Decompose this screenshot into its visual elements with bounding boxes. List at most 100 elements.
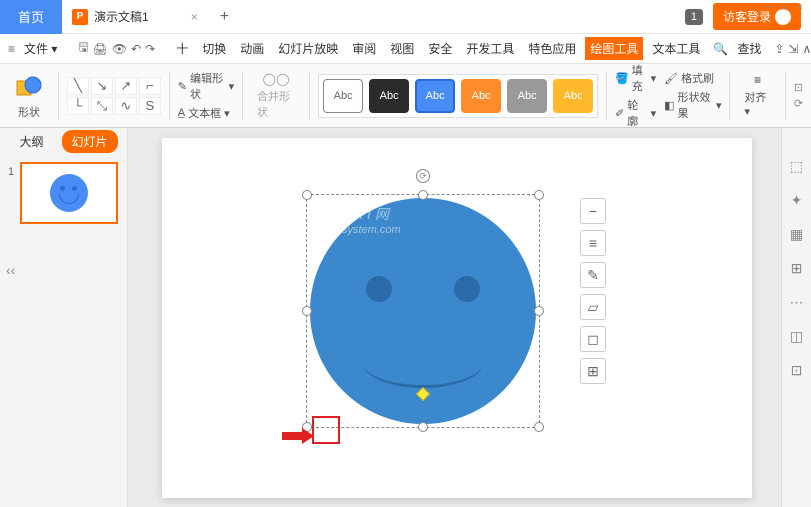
- line-option[interactable]: └: [67, 97, 89, 115]
- rotate-handle[interactable]: ⟳: [416, 169, 430, 183]
- line-option[interactable]: ∿: [115, 97, 137, 115]
- notification-badge[interactable]: 1: [685, 9, 703, 25]
- handle-nw[interactable]: [302, 190, 312, 200]
- line-gallery[interactable]: ╲ ↘ ↗ ⌐ └ ⤡ ∿ S: [67, 77, 161, 115]
- style-preset-2[interactable]: Abc: [369, 79, 409, 113]
- undo-icon[interactable]: ↶: [131, 39, 141, 59]
- menu-review[interactable]: 审阅: [347, 37, 381, 60]
- handle-n[interactable]: [418, 190, 428, 200]
- style-preset-1[interactable]: Abc: [323, 79, 363, 113]
- float-shape[interactable]: ▱: [580, 294, 606, 320]
- edit-shape-icon: ✎: [178, 80, 187, 93]
- rb-style-icon[interactable]: ✦: [788, 192, 806, 210]
- external-icon[interactable]: ⇲: [788, 39, 798, 59]
- align-icon: ≡: [754, 73, 761, 87]
- menu-security[interactable]: 安全: [423, 37, 457, 60]
- outline-button[interactable]: ✐轮廓 ▾: [615, 97, 656, 129]
- float-layers[interactable]: ≡: [580, 230, 606, 256]
- handle-se[interactable]: [534, 422, 544, 432]
- thumb-number: 1: [8, 166, 14, 178]
- rb-tools-icon[interactable]: ⊡: [788, 362, 806, 380]
- close-window-button[interactable]: ×: [793, 2, 807, 16]
- shape-label: 形状: [18, 104, 40, 120]
- style-preset-3[interactable]: Abc: [415, 79, 455, 113]
- print-icon[interactable]: 🖨: [93, 39, 108, 59]
- float-pen[interactable]: ✎: [580, 262, 606, 288]
- tab-outline[interactable]: 大纲: [9, 130, 53, 153]
- ribbon-toolbar: 形状 ╲ ↘ ↗ ⌐ └ ⤡ ∿ S ✎编辑形状 ▾ A̲文本框 ▾ ◯◯ 合并…: [0, 64, 811, 128]
- menu-drawing-tools[interactable]: 绘图工具: [585, 37, 643, 60]
- textbox-button[interactable]: A̲文本框 ▾: [178, 105, 234, 121]
- collapse-ribbon-icon[interactable]: ∧: [802, 39, 811, 59]
- brush-icon: 🖌: [664, 72, 678, 85]
- style-preset-5[interactable]: Abc: [507, 79, 547, 113]
- align-button[interactable]: ≡ 对齐 ▾: [738, 73, 777, 118]
- edit-shape-button[interactable]: ✎编辑形状 ▾: [178, 70, 234, 102]
- float-collapse[interactable]: −: [580, 198, 606, 224]
- slide-panel: ‹‹ 大纲 幻灯片 1: [0, 128, 128, 507]
- handle-w[interactable]: [302, 306, 312, 316]
- float-grid[interactable]: ⊞: [580, 358, 606, 384]
- line-option[interactable]: ↘: [91, 77, 113, 95]
- annotation-arrow-icon: [282, 428, 314, 444]
- rb-more-icon[interactable]: ⋯: [788, 294, 806, 312]
- rb-template-icon[interactable]: ◫: [788, 328, 806, 346]
- floating-toolbar: − ≡ ✎ ▱ ◻ ⊞: [580, 198, 606, 384]
- shape-effect-button[interactable]: ◧形状效果 ▾: [664, 89, 721, 121]
- slide-thumbnail-1[interactable]: 1: [20, 162, 118, 224]
- rotate-icon[interactable]: ⟳: [794, 97, 803, 110]
- shape-style-gallery[interactable]: Abc Abc Abc Abc Abc Abc: [318, 74, 598, 118]
- handle-e[interactable]: [534, 306, 544, 316]
- close-tab-icon[interactable]: ×: [191, 10, 198, 24]
- menu-slideshow[interactable]: 幻灯片放映: [273, 37, 343, 60]
- handle-s[interactable]: [418, 422, 428, 432]
- rb-layout-icon[interactable]: ⊞: [788, 260, 806, 278]
- menu-view[interactable]: 视图: [385, 37, 419, 60]
- menu-text-tools[interactable]: 文本工具: [647, 37, 705, 60]
- menu-animation[interactable]: 动画: [235, 37, 269, 60]
- share-icon[interactable]: ⇪: [774, 39, 784, 59]
- rb-animate-icon[interactable]: ▦: [788, 226, 806, 244]
- menu-switch[interactable]: 切换: [197, 37, 231, 60]
- document-title: 演示文稿1: [94, 8, 149, 25]
- annotation-highlight-box: [312, 416, 340, 444]
- app-menu-icon[interactable]: ≡: [8, 39, 15, 59]
- search-label[interactable]: 查找: [732, 37, 766, 60]
- save-icon[interactable]: 🖫: [78, 39, 88, 59]
- fill-button[interactable]: 🪣填充 ▾: [615, 62, 656, 94]
- adjust-handle[interactable]: [416, 387, 430, 401]
- redo-icon[interactable]: ↷: [145, 39, 155, 59]
- maximize-button[interactable]: □: [777, 2, 791, 16]
- line-option[interactable]: ⌐: [139, 77, 161, 95]
- menu-start[interactable]: ⼗: [171, 37, 193, 60]
- rb-select-icon[interactable]: ⬚: [788, 158, 806, 176]
- slide[interactable]: X I 网 system.com ⟳ − ≡: [162, 138, 752, 498]
- titlebar: 首页 P 演示文稿1 × + 1 访客登录: [0, 0, 811, 34]
- new-tab-button[interactable]: +: [208, 8, 241, 26]
- handle-ne[interactable]: [534, 190, 544, 200]
- preview-icon[interactable]: 👁: [112, 39, 127, 59]
- group-icon[interactable]: ⊡: [794, 81, 803, 94]
- line-option[interactable]: S: [139, 97, 161, 115]
- style-preset-4[interactable]: Abc: [461, 79, 501, 113]
- tab-document[interactable]: P 演示文稿1 ×: [62, 0, 208, 34]
- line-option[interactable]: ⤡: [91, 97, 113, 115]
- style-preset-6[interactable]: Abc: [553, 79, 593, 113]
- search-icon[interactable]: 🔍: [713, 39, 728, 59]
- line-option[interactable]: ↗: [115, 77, 137, 95]
- menu-special[interactable]: 特色应用: [523, 37, 581, 60]
- fill-icon: 🪣: [615, 72, 629, 85]
- shape-group[interactable]: 形状: [8, 72, 50, 120]
- line-option[interactable]: ╲: [67, 77, 89, 95]
- panel-collapse-icon[interactable]: ‹‹: [6, 262, 15, 278]
- merge-shapes-button: ◯◯ 合并形状: [251, 72, 301, 120]
- format-painter-button[interactable]: 🖌格式刷: [664, 70, 721, 86]
- menu-devtools[interactable]: 开发工具: [461, 37, 519, 60]
- minimize-button[interactable]: –: [761, 2, 775, 16]
- selection-box[interactable]: ⟳: [306, 194, 540, 428]
- tab-slides[interactable]: 幻灯片: [62, 130, 118, 153]
- canvas[interactable]: X I 网 system.com ⟳ − ≡: [128, 128, 781, 507]
- float-copy[interactable]: ◻: [580, 326, 606, 352]
- file-menu[interactable]: 文件 ▾: [19, 37, 62, 60]
- tab-home[interactable]: 首页: [0, 0, 62, 34]
